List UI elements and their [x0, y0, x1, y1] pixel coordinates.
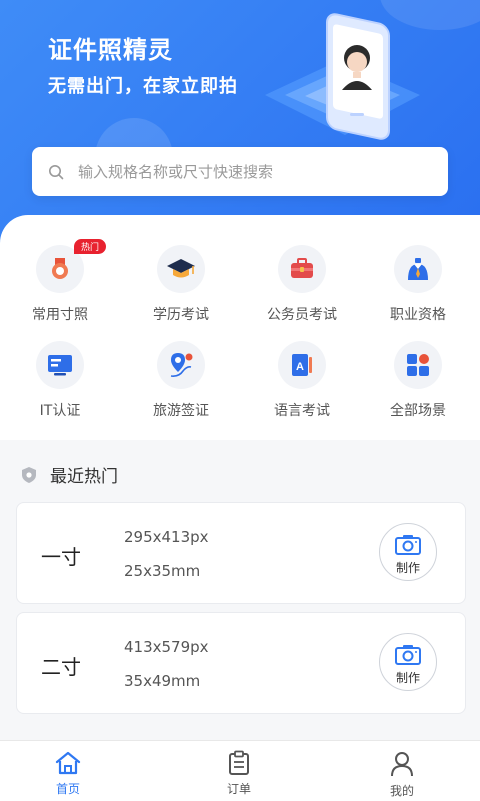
home-icon	[55, 751, 81, 775]
tab-label: 首页	[55, 782, 80, 796]
clipboard-icon	[229, 750, 249, 775]
camera-icon	[395, 535, 421, 555]
category-label: 学历考试	[153, 307, 209, 323]
make-button[interactable]: 制作	[379, 523, 437, 581]
monitor-icon	[48, 355, 72, 376]
app-subtitle: 无需出门，在家立即拍	[48, 76, 238, 97]
size-pixels: 413x579px	[124, 638, 209, 656]
person-tie-icon	[408, 258, 428, 280]
shield-icon	[22, 466, 36, 483]
size-card-1inch[interactable]: 一寸 295x413px 25x35mm 制作	[16, 502, 466, 604]
svg-text:A: A	[296, 361, 304, 373]
category-label: 公务员考试	[267, 307, 337, 323]
size-name: 一寸	[41, 545, 81, 569]
tab-home[interactable]: 首页	[8, 750, 128, 797]
tab-label: 订单	[226, 782, 251, 796]
briefcase-icon	[291, 258, 313, 278]
user-icon	[391, 752, 413, 777]
search-input[interactable]: 输入规格名称或尺寸快速搜索	[78, 161, 273, 182]
make-button[interactable]: 制作	[379, 633, 437, 691]
category-it-certification[interactable]: IT认证	[0, 341, 120, 420]
category-professional-qualification[interactable]: 职业资格	[358, 245, 478, 324]
size-millimeters: 25x35mm	[124, 562, 201, 580]
category-civil-service[interactable]: 公务员考试	[242, 245, 362, 324]
category-label: 全部场景	[390, 403, 446, 419]
size-millimeters: 35x49mm	[124, 672, 201, 690]
category-label: 旅游签证	[153, 403, 209, 419]
category-label: 语言考试	[274, 403, 330, 419]
tab-mine[interactable]: 我的	[342, 750, 462, 799]
tab-orders[interactable]: 订单	[179, 750, 299, 797]
make-label: 制作	[395, 671, 420, 685]
category-academic-exam[interactable]: 学历考试	[121, 245, 241, 324]
category-label: 职业资格	[390, 307, 446, 323]
graduation-cap-icon	[167, 259, 195, 278]
category-label: 常用寸照	[32, 307, 88, 323]
hero-banner: 证件照精灵 无需出门，在家立即拍	[0, 0, 480, 245]
category-label: IT认证	[39, 403, 81, 419]
section-title: 最近热门	[50, 467, 118, 487]
phone-id-photo-illustration	[265, 13, 420, 140]
medal-icon	[52, 258, 68, 279]
category-panel: 热门 常用寸照 学历考试 公务员考试 职业资格 IT认证 旅游签证 A 语言考试…	[0, 215, 480, 440]
category-all-scenes[interactable]: 全部场景	[358, 341, 478, 420]
category-language-exam[interactable]: A 语言考试	[242, 341, 362, 420]
size-name: 二寸	[41, 655, 81, 679]
make-label: 制作	[395, 561, 420, 575]
category-common-sizes[interactable]: 热门 常用寸照	[0, 239, 120, 324]
grid-apps-icon	[407, 354, 429, 376]
size-pixels: 295x413px	[124, 528, 209, 546]
size-card-2inch[interactable]: 二寸 413x579px 35x49mm 制作	[16, 612, 466, 714]
bottom-tab-bar: 首页 订单 我的	[0, 740, 480, 801]
search-icon	[49, 164, 64, 179]
section-recent-hot: 最近热门	[20, 462, 118, 487]
hot-badge: 热门	[74, 239, 107, 254]
tab-label: 我的	[389, 784, 414, 798]
search-bar[interactable]: 输入规格名称或尺寸快速搜索	[32, 147, 448, 196]
book-a-icon: A	[292, 354, 312, 376]
app-title: 证件照精灵	[48, 36, 173, 64]
map-pin-icon	[170, 353, 193, 377]
category-travel-visa[interactable]: 旅游签证	[121, 341, 241, 420]
camera-icon	[395, 645, 421, 665]
